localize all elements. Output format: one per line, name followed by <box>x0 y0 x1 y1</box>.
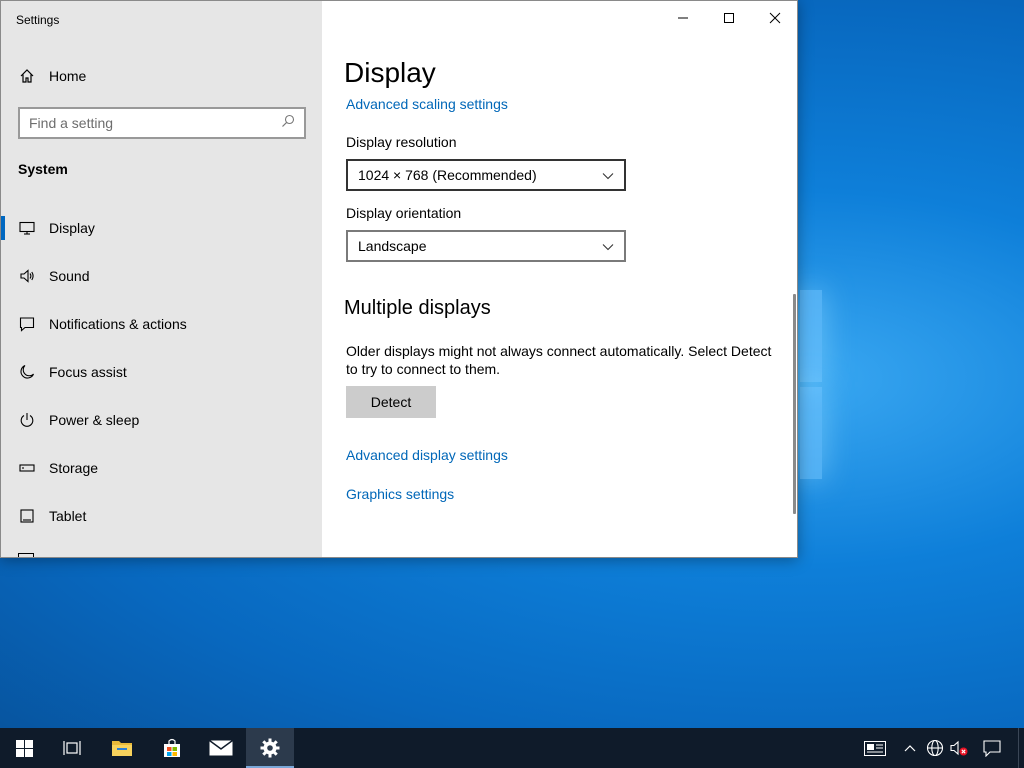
multiple-displays-description: Older displays might not always connect … <box>346 343 772 377</box>
sidebar-item-label: Power & sleep <box>49 412 140 428</box>
orientation-dropdown[interactable]: Landscape <box>346 230 626 262</box>
minimize-icon <box>678 17 688 19</box>
file-explorer-icon <box>112 741 132 756</box>
taskbar <box>0 728 1024 768</box>
news-icon <box>864 740 886 756</box>
advanced-display-settings-link[interactable]: Advanced display settings <box>346 447 508 463</box>
close-icon <box>769 12 781 24</box>
store-button[interactable] <box>148 728 196 768</box>
advanced-scaling-link[interactable]: Advanced scaling settings <box>346 96 508 112</box>
search-box[interactable] <box>18 107 306 139</box>
maximize-button[interactable] <box>706 1 752 35</box>
sidebar-item-tablet[interactable]: Tablet <box>1 496 322 536</box>
home-icon <box>18 67 36 85</box>
settings-window: Settings Home System Display Sound <box>0 0 798 558</box>
tablet-icon <box>18 507 36 525</box>
sidebar-item-label: Focus assist <box>49 364 127 380</box>
orientation-value: Landscape <box>358 238 427 254</box>
sidebar-item-storage[interactable]: Storage <box>1 448 322 488</box>
mail-icon <box>209 740 233 756</box>
power-icon <box>18 411 36 429</box>
sidebar-item-label: Tablet <box>49 508 87 524</box>
content-pane: Display Advanced scaling settings Displa… <box>322 1 797 557</box>
home-nav-item[interactable]: Home <box>1 56 322 96</box>
volume-button[interactable] <box>948 728 970 768</box>
orientation-label: Display orientation <box>346 205 462 221</box>
resolution-value: 1024 × 768 (Recommended) <box>358 167 537 183</box>
minimize-button[interactable] <box>660 1 706 35</box>
resolution-dropdown[interactable]: 1024 × 768 (Recommended) <box>346 159 626 191</box>
task-view-icon <box>63 741 81 755</box>
search-input[interactable] <box>29 115 269 131</box>
network-icon <box>926 739 944 757</box>
multiple-displays-heading: Multiple displays <box>344 297 491 319</box>
sidebar-item-notifications[interactable]: Notifications & actions <box>1 304 322 344</box>
show-desktop-button[interactable] <box>1018 728 1024 768</box>
sidebar-item-sound[interactable]: Sound <box>1 256 322 296</box>
scrollbar[interactable] <box>793 294 796 514</box>
home-label: Home <box>49 68 87 84</box>
action-center-icon <box>983 739 1001 757</box>
sidebar-item-display[interactable]: Display <box>1 208 322 248</box>
sidebar-item-label: Storage <box>49 460 99 476</box>
detect-button[interactable]: Detect <box>346 386 436 418</box>
start-icon <box>15 739 33 757</box>
chevron-up-icon <box>904 745 916 752</box>
sidebar-item-power-sleep[interactable]: Power & sleep <box>1 400 322 440</box>
file-explorer-button[interactable] <box>98 728 146 768</box>
windows-logo-wallpaper <box>800 285 1024 485</box>
start-button[interactable] <box>0 728 48 768</box>
chevron-down-icon <box>602 167 614 183</box>
graphics-settings-link[interactable]: Graphics settings <box>346 486 454 502</box>
chevron-down-icon <box>602 238 614 254</box>
news-button[interactable] <box>860 728 890 768</box>
settings-icon <box>260 738 280 758</box>
show-hidden-icons-button[interactable] <box>900 728 920 768</box>
network-button[interactable] <box>924 728 946 768</box>
sidebar: Settings Home System Display Sound <box>1 1 322 557</box>
speaker-icon <box>18 267 36 285</box>
section-title: System <box>18 161 68 177</box>
volume-muted-icon <box>950 740 968 756</box>
search-icon[interactable] <box>281 114 295 133</box>
sidebar-item-focus-assist[interactable]: Focus assist <box>1 352 322 392</box>
task-view-button[interactable] <box>48 728 96 768</box>
mail-button[interactable] <box>197 728 245 768</box>
page-title: Display <box>344 57 436 88</box>
store-icon <box>164 738 180 757</box>
maximize-icon <box>724 13 734 23</box>
action-center-button[interactable] <box>978 728 1006 768</box>
close-button[interactable] <box>752 1 797 35</box>
sidebar-item-label: Notifications & actions <box>49 316 187 332</box>
settings-taskbar-button[interactable] <box>246 728 294 768</box>
moon-icon <box>18 363 36 381</box>
notification-icon <box>18 315 36 333</box>
storage-icon <box>18 459 36 477</box>
sidebar-item-label: Sound <box>49 268 90 284</box>
sidebar-item-label: Display <box>49 220 95 236</box>
resolution-label: Display resolution <box>346 134 457 150</box>
sidebar-item-partial[interactable] <box>18 553 34 557</box>
monitor-icon <box>18 219 36 237</box>
window-title: Settings <box>16 13 60 27</box>
